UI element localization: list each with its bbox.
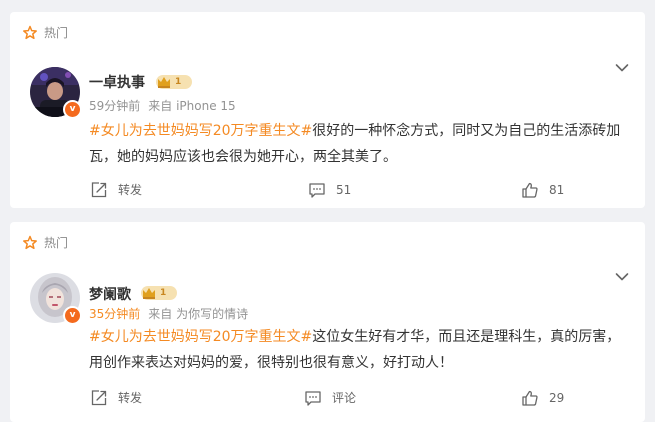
hot-flame-icon — [23, 25, 37, 40]
repost-button[interactable]: 转发 — [90, 388, 142, 408]
post-actions: 转发 评论 29 — [10, 388, 645, 408]
crown-icon — [158, 77, 170, 88]
like-count: 29 — [549, 391, 565, 405]
user-level-badge[interactable]: 1 — [156, 75, 192, 89]
verified-badge-icon: v — [63, 100, 82, 119]
user-level-number: 1 — [175, 77, 182, 87]
hashtag-link[interactable]: #女儿为去世妈妈写20万字重生文# — [89, 329, 312, 345]
comment-button[interactable]: 评论 — [304, 388, 356, 408]
chevron-down-icon[interactable] — [615, 272, 629, 282]
hot-section-header: 热门 — [22, 234, 68, 252]
repost-icon — [91, 182, 107, 198]
comment-button[interactable]: 51 — [308, 180, 351, 200]
user-level-number: 1 — [160, 288, 167, 298]
post-time[interactable]: 35分钟前 — [89, 307, 140, 321]
post-source: 来自 iPhone 15 — [148, 99, 236, 113]
post-meta: 59分钟前 来自 iPhone 15 — [89, 98, 236, 114]
thumbs-up-icon — [522, 182, 538, 198]
comment-count: 51 — [336, 183, 352, 197]
hot-label: 热门 — [44, 26, 69, 40]
hot-label: 热门 — [44, 236, 69, 250]
like-button[interactable]: 29 — [521, 388, 564, 408]
hot-section-header: 热门 — [22, 24, 68, 42]
weibo-post-card: 热门 v 梦阑歌 1 35分钟前 来自 为你写的情诗 #女儿为去世妈妈写20万字重… — [10, 222, 645, 422]
post-text: #女儿为去世妈妈写20万字重生文#很好的一种怀念方式，同时又为自己的生活添砖加瓦… — [89, 118, 629, 170]
post-time[interactable]: 59分钟前 — [89, 99, 140, 113]
like-button[interactable]: 81 — [521, 180, 564, 200]
author-avatar[interactable]: v — [30, 273, 82, 325]
weibo-post-card: 热门 v 一卓执事 1 59分钟前 来自 iPhone 15 #女儿为去世妈妈写2… — [10, 12, 645, 208]
post-source: 来自 为你写的情诗 — [148, 307, 249, 321]
repost-label: 转发 — [118, 391, 143, 405]
like-count: 81 — [549, 183, 565, 197]
comment-label: 评论 — [332, 391, 357, 405]
hot-flame-icon — [23, 235, 37, 250]
post-text: #女儿为去世妈妈写20万字重生文#这位女生好有才华，而且还是理科生，真的厉害，用… — [89, 324, 629, 376]
chevron-down-icon[interactable] — [615, 63, 629, 73]
comment-icon — [305, 391, 321, 406]
repost-icon — [91, 390, 107, 406]
comment-icon — [309, 183, 325, 198]
crown-icon — [143, 288, 155, 299]
post-meta: 35分钟前 来自 为你写的情诗 — [89, 306, 248, 322]
author-name[interactable]: 梦阑歌 — [89, 286, 131, 304]
verified-badge-icon: v — [63, 306, 82, 325]
post-actions: 转发 51 81 — [10, 180, 645, 200]
repost-label: 转发 — [118, 183, 143, 197]
author-avatar[interactable]: v — [30, 67, 82, 119]
repost-button[interactable]: 转发 — [90, 180, 142, 200]
user-level-badge[interactable]: 1 — [141, 286, 177, 300]
thumbs-up-icon — [522, 390, 538, 406]
author-name[interactable]: 一卓执事 — [89, 74, 145, 92]
hashtag-link[interactable]: #女儿为去世妈妈写20万字重生文# — [89, 123, 312, 139]
